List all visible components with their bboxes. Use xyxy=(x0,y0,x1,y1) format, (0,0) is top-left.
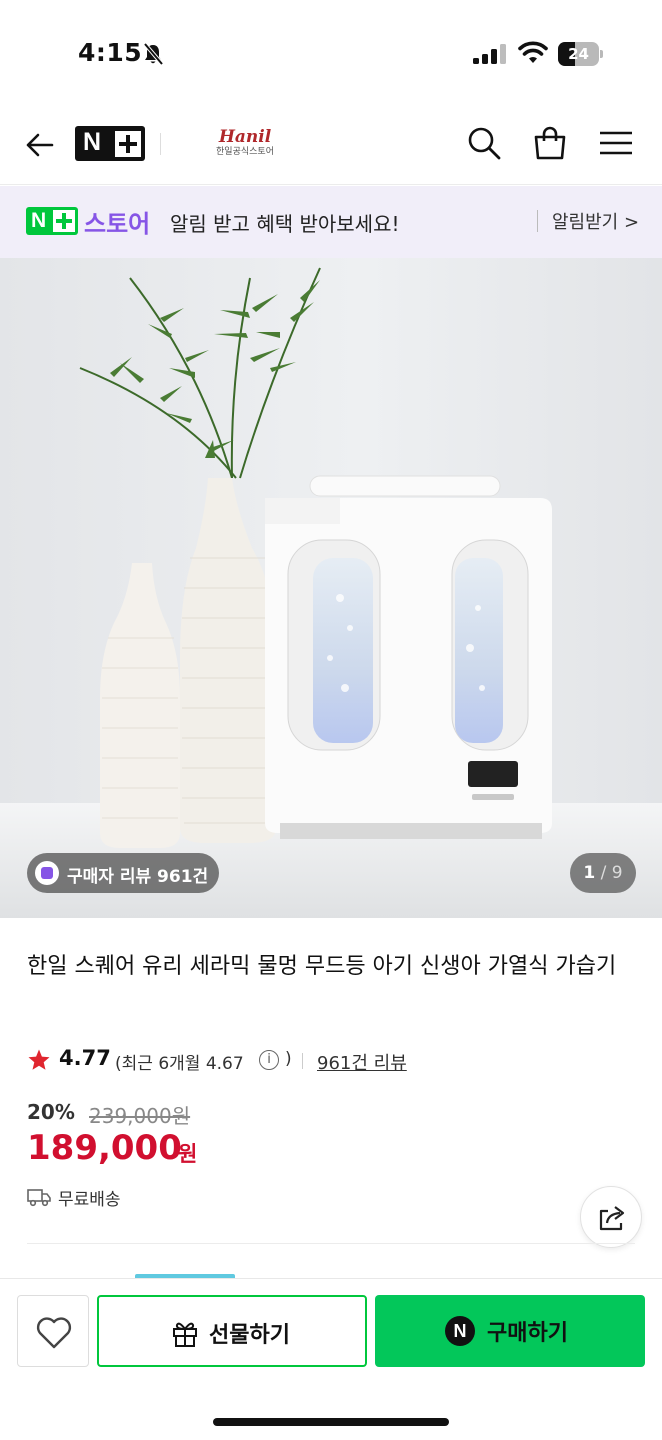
store-alarm-banner[interactable]: N 스토어 알림 받고 혜택 받아보세요! 알림받기 > xyxy=(0,186,662,258)
rating-score: 4.77 xyxy=(59,1046,111,1070)
discount-rate: 20% xyxy=(27,1100,75,1124)
brand-logo[interactable]: Hanil 한일공식스토어 xyxy=(205,128,285,164)
image-pager: 1 / 9 xyxy=(570,853,636,893)
gift-icon xyxy=(173,1322,197,1347)
gift-label: 선물하기 xyxy=(209,1323,290,1348)
naver-pay-icon: N xyxy=(445,1316,475,1346)
review-badge-icon xyxy=(35,861,59,885)
menu-icon[interactable] xyxy=(598,125,634,161)
buy-label: 구매하기 xyxy=(487,1321,568,1346)
battery-icon: 24 xyxy=(558,42,604,66)
rating-divider xyxy=(302,1053,303,1069)
original-price: 239,000원 xyxy=(89,1104,191,1128)
status-time: 4:15 xyxy=(78,38,143,67)
plus-icon xyxy=(115,131,141,157)
price-currency: 원 xyxy=(178,1142,198,1166)
cellular-signal-icon xyxy=(473,44,506,64)
review-count-link[interactable]: 961건 리뷰 xyxy=(317,1049,407,1075)
sale-price: 189,000 xyxy=(27,1128,182,1168)
alarm-subscribe-button[interactable]: 알림받기 > xyxy=(552,208,639,234)
shopping-bag-icon[interactable] xyxy=(532,125,568,161)
home-indicator[interactable] xyxy=(213,1418,449,1426)
product-image-carousel[interactable] xyxy=(0,258,662,918)
recent-rating: (최근 6개월 4.67 xyxy=(115,1054,244,1074)
product-title: 한일 스퀘어 유리 세라믹 물멍 무드등 아기 신생아 가열식 가습기 xyxy=(27,954,617,979)
wishlist-button[interactable] xyxy=(17,1295,89,1367)
product-photo xyxy=(0,258,662,918)
wifi-icon xyxy=(518,41,548,63)
status-bar: 4:15 24 xyxy=(0,0,662,105)
share-button[interactable] xyxy=(580,1186,642,1248)
buy-button[interactable]: N 구매하기 xyxy=(375,1295,645,1367)
naver-plus-logo[interactable]: N xyxy=(75,126,145,161)
section-divider xyxy=(27,1243,635,1244)
review-chip-label: 구매자 리뷰 961건 xyxy=(67,867,209,887)
pager-total: / 9 xyxy=(600,863,623,883)
back-arrow-icon[interactable] xyxy=(24,129,56,161)
search-icon[interactable] xyxy=(466,125,502,161)
promo-divider xyxy=(537,210,538,232)
pager-current: 1 xyxy=(583,863,596,883)
recent-rating-close: ) xyxy=(285,1049,292,1069)
header-divider xyxy=(160,133,161,155)
truck-icon xyxy=(27,1189,51,1207)
buyer-review-chip[interactable]: 구매자 리뷰 961건 xyxy=(27,853,219,893)
star-icon xyxy=(28,1049,50,1070)
battery-level: 24 xyxy=(568,45,589,63)
share-icon xyxy=(599,1206,625,1231)
shipping-label: 무료배송 xyxy=(58,1190,121,1210)
bell-muted-icon xyxy=(143,42,164,66)
gift-button[interactable]: 선물하기 xyxy=(97,1295,367,1367)
promo-message: 알림 받고 혜택 받아보세요! xyxy=(170,212,400,236)
info-icon[interactable]: i xyxy=(259,1050,279,1070)
naver-plus-store-logo: N xyxy=(26,207,78,235)
heart-icon xyxy=(36,1317,72,1349)
store-label: 스토어 xyxy=(84,210,151,238)
plus-icon xyxy=(53,210,75,232)
